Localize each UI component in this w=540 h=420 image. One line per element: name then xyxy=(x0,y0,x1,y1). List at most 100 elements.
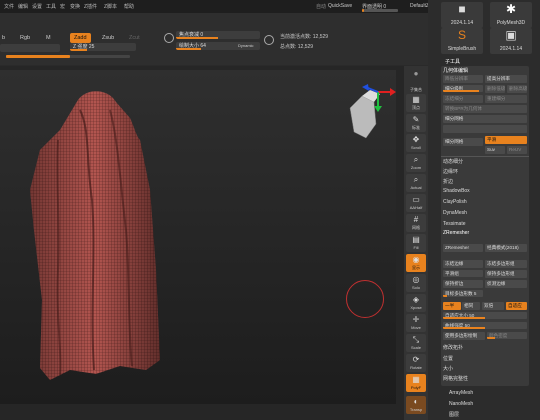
legacy-button[interactable]: 经典模式(2018) xyxy=(485,244,527,252)
smt-toggle[interactable]: 平滑 xyxy=(485,136,527,144)
shelf-actual[interactable]: ⌕ Actual xyxy=(406,174,426,192)
same-button[interactable]: 相同 xyxy=(462,302,480,310)
position[interactable]: 位置 xyxy=(443,355,453,362)
double-button[interactable]: 双倍 xyxy=(482,302,504,310)
active-points: 当前激活点数: 12,529 xyxy=(280,34,329,40)
brush-tile-1[interactable]: ■ 2024.1.14 xyxy=(441,2,483,28)
garment-model[interactable] xyxy=(0,70,396,404)
brush-tile-2[interactable]: ▣ 2024.1.14 xyxy=(490,28,532,54)
layers[interactable]: 图层 xyxy=(449,411,459,418)
reconstruct-button[interactable]: 重建细分 xyxy=(485,95,527,103)
brush-tile-simplebrush[interactable]: S SimpleBrush xyxy=(441,28,483,54)
shelf-grid[interactable]: # 网格 xyxy=(406,214,426,232)
z-intensity-slider[interactable]: Z 强度 25 xyxy=(70,43,136,51)
b-toggle[interactable]: b xyxy=(0,33,9,43)
menu-help[interactable]: 帮助 xyxy=(124,3,134,10)
zsub-button[interactable]: Zsub xyxy=(98,33,118,43)
right-shelf: ● 子集合 ▦ 顶点 ✎ 标准 ✥ Scroll ⌕ Zoom ⌕ Actual ▭ AAH… xyxy=(404,66,428,420)
del-higher-button[interactable]: 删除高级 xyxy=(507,85,527,93)
dynamesh[interactable]: DynaMesh xyxy=(443,210,467,216)
adaptive-size-slider[interactable]: 自适应大小 50 xyxy=(443,312,527,319)
adaptive-button[interactable]: 自适应 xyxy=(506,302,527,310)
mesh-integrity[interactable]: 网格完整性 xyxy=(443,375,468,382)
shelf-aahalf[interactable]: ▭ AAHalf xyxy=(406,194,426,212)
target-count-slider[interactable]: 目标多边形数 5 xyxy=(443,290,483,297)
document-canvas[interactable] xyxy=(0,70,396,404)
zremesher-header[interactable]: ZRemesher xyxy=(443,230,469,236)
shelf-transp[interactable]: ◐ Transp xyxy=(406,396,426,414)
shelf-fill[interactable]: ▤ Fill xyxy=(406,234,426,252)
crease[interactable]: 折边 xyxy=(443,178,453,185)
arraymesh[interactable]: ArrayMesh xyxy=(449,390,473,396)
menu-transform[interactable]: 变换 xyxy=(70,3,80,10)
shelf-scale[interactable]: ⤡ Scale xyxy=(406,334,426,352)
zcut-button[interactable]: Zcut xyxy=(125,33,144,43)
suv-toggle[interactable]: Suv xyxy=(485,146,505,154)
shelf-zoom[interactable]: ⌕ Zoom xyxy=(406,154,426,172)
shelf-xpose[interactable]: ◈ Xpose xyxy=(406,294,426,312)
shadowbox[interactable]: ShadowBox xyxy=(443,188,470,194)
menu-macro[interactable]: 宏 xyxy=(60,3,65,10)
keep-creases-button[interactable]: 保持折边 xyxy=(443,280,483,288)
brush-tile-polymesh3d[interactable]: ✱ PolyMesh3D xyxy=(490,2,532,28)
convert-bpr-button-2[interactable] xyxy=(443,125,527,133)
shelf-vertex[interactable]: ▦ 顶点 xyxy=(406,94,426,112)
see-through-track[interactable] xyxy=(362,9,398,12)
freeze-subdiv-button[interactable]: 冻结细分 xyxy=(443,95,483,103)
points-icon xyxy=(264,35,274,45)
menu-edit[interactable]: 编辑 xyxy=(18,3,28,10)
zremesher-button[interactable]: ZRemesher xyxy=(443,244,483,252)
freeze-groups-button[interactable]: 冻结多边形组 xyxy=(485,260,527,268)
top-toolbar: b Rgb M Zadd Zsub Zcut Z 强度 25 焦点衰减 0 绘制… xyxy=(0,13,428,65)
dynamic-button[interactable]: Dynamic xyxy=(238,43,254,48)
tessimate[interactable]: Tessimate xyxy=(443,221,466,227)
edge-loop[interactable]: 边缘环 xyxy=(443,168,458,175)
convert-bpr-button[interactable]: 转换BPR为几何体 xyxy=(443,105,527,113)
focal-shift-icon[interactable] xyxy=(164,33,174,43)
zadd-button[interactable]: Zadd xyxy=(70,33,91,43)
menu-tools[interactable]: 工具 xyxy=(46,3,56,10)
rgb-button[interactable]: Rgb xyxy=(16,33,34,43)
navigation-gizmo[interactable] xyxy=(340,78,396,146)
quicksave-button[interactable]: QuickSave xyxy=(328,3,352,9)
menu-zscript[interactable]: Z脚本 xyxy=(104,3,117,10)
keep-groups-button[interactable]: 保持多边形组 xyxy=(485,270,527,278)
focal-shift-slider[interactable]: 焦点衰减 0 xyxy=(176,31,260,39)
shelf-rotate[interactable]: ⟳ Rotate xyxy=(406,354,426,372)
shelf-display[interactable]: ◉ 显示 xyxy=(406,254,426,272)
detect-edges-button[interactable]: 侦测边缘 xyxy=(485,280,527,288)
del-lower-button[interactable]: 删除低级 xyxy=(485,85,505,93)
higher-res-button[interactable]: 提高分辨率 xyxy=(485,75,527,83)
menu-settings[interactable]: 设置 xyxy=(32,3,42,10)
modify-topology[interactable]: 修改拓扑 xyxy=(443,344,463,351)
use-polypaint-button[interactable]: 使用多边形绘制 xyxy=(443,332,485,340)
half-button[interactable]: 一半 xyxy=(443,302,461,310)
size[interactable]: 大小 xyxy=(443,365,453,372)
rgb-intensity-slider[interactable] xyxy=(0,44,60,52)
menu-file[interactable]: 文件 xyxy=(4,3,14,10)
freeze-border-button[interactable]: 冻结边缘 xyxy=(443,260,483,268)
smooth-groups-slider[interactable]: 平滑组 xyxy=(443,270,483,277)
lower-res-button[interactable]: 降低分辨率 xyxy=(443,75,483,83)
reuv-toggle[interactable]: ReUV xyxy=(507,146,527,154)
divide-button[interactable]: 细分网格 xyxy=(443,115,527,123)
shelf-subtool[interactable]: 子集合 xyxy=(406,76,426,94)
m-button[interactable]: M xyxy=(42,33,55,43)
geometry-header[interactable]: 几何体编辑 xyxy=(443,67,468,74)
dynamic-subdiv[interactable]: 动态细分 xyxy=(443,158,463,165)
curves-strength-slider[interactable]: 曲线强度 50 xyxy=(443,322,527,329)
sdiv-slider[interactable]: 细分级别 xyxy=(443,85,483,92)
shelf-solo[interactable]: ◎ Solo xyxy=(406,274,426,292)
shelf-standard[interactable]: ✎ 标准 xyxy=(406,114,426,132)
brush-cursor xyxy=(346,280,384,318)
menu-zplugin[interactable]: Z插件 xyxy=(84,3,97,10)
shelf-move[interactable]: ✛ Move xyxy=(406,314,426,332)
subtool-header[interactable]: 子工具 xyxy=(445,58,460,65)
claypolish[interactable]: ClayPolish xyxy=(443,199,467,205)
divide-mesh-button[interactable]: 细分网格 xyxy=(443,138,483,146)
shelf-polyf[interactable]: ▦ PolyF xyxy=(406,374,426,392)
total-points: 总点数: 12,529 xyxy=(280,44,314,50)
color-density-slider[interactable]: 颜色密度 xyxy=(487,332,527,339)
nanomesh[interactable]: NanoMesh xyxy=(449,401,473,407)
shelf-scroll[interactable]: ✥ Scroll xyxy=(406,134,426,152)
